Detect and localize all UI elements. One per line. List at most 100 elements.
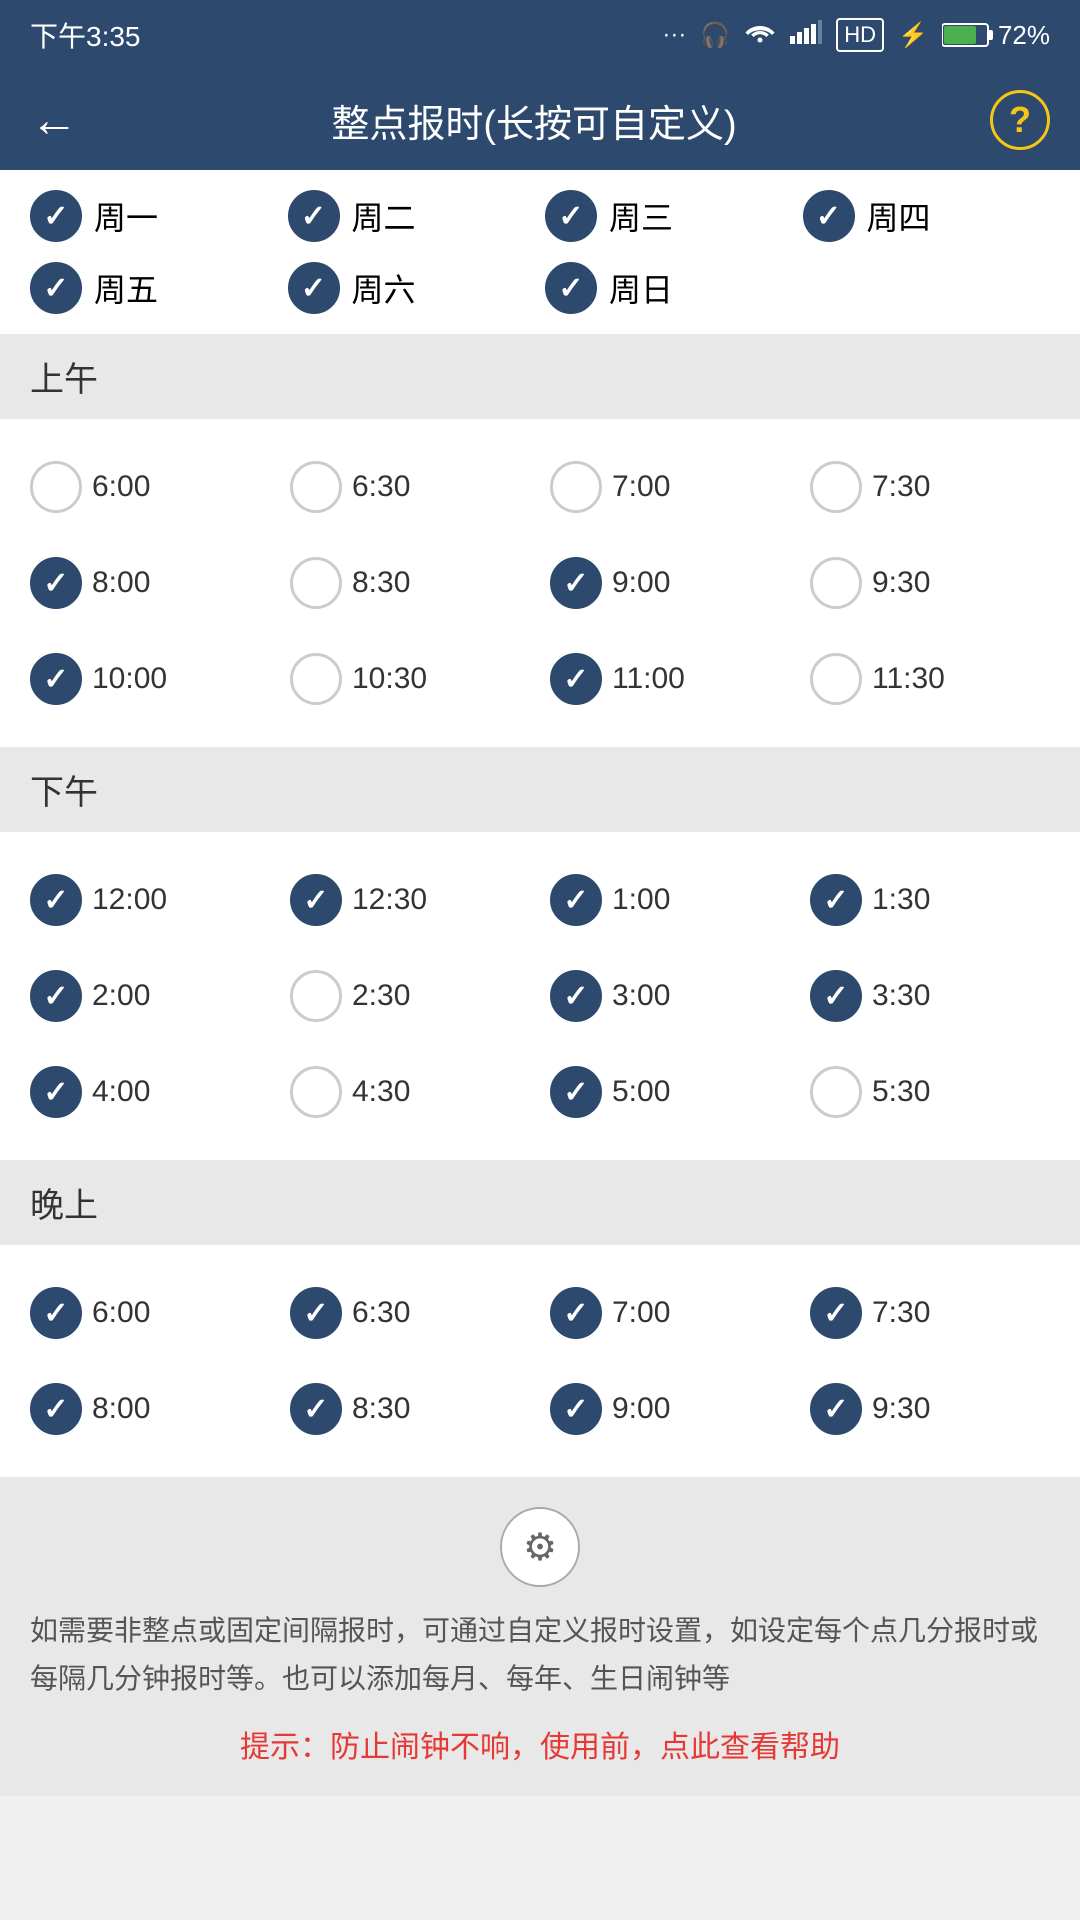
- time-checkbox[interactable]: [550, 970, 602, 1022]
- time-checkbox[interactable]: [810, 970, 862, 1022]
- time-item[interactable]: 10:30: [280, 631, 540, 727]
- time-item[interactable]: 1:30: [800, 852, 1060, 948]
- time-checkbox[interactable]: [550, 1383, 602, 1435]
- time-checkbox[interactable]: [290, 1287, 342, 1339]
- time-checkbox[interactable]: [810, 1066, 862, 1118]
- time-checkbox[interactable]: [290, 557, 342, 609]
- time-label: 10:00: [92, 662, 167, 696]
- wifi-icon: [744, 20, 776, 51]
- time-checkbox[interactable]: [550, 461, 602, 513]
- time-checkbox[interactable]: [290, 970, 342, 1022]
- day-checkbox[interactable]: [545, 190, 597, 242]
- time-item[interactable]: 7:30: [800, 439, 1060, 535]
- time-checkbox[interactable]: [550, 1287, 602, 1339]
- time-item[interactable]: 1:00: [540, 852, 800, 948]
- time-item[interactable]: 9:00: [540, 1361, 800, 1457]
- time-label: 10:30: [352, 662, 427, 696]
- time-item[interactable]: 3:30: [800, 948, 1060, 1044]
- day-item[interactable]: 周四: [803, 190, 1051, 242]
- time-item[interactable]: 7:00: [540, 439, 800, 535]
- time-item[interactable]: 7:00: [540, 1265, 800, 1361]
- time-item[interactable]: 8:30: [280, 1361, 540, 1457]
- time-checkbox[interactable]: [30, 874, 82, 926]
- time-checkbox[interactable]: [30, 1066, 82, 1118]
- time-item[interactable]: 12:00: [20, 852, 280, 948]
- app-header: ← 整点报时(长按可自定义) ?: [0, 70, 1080, 170]
- time-item[interactable]: 11:30: [800, 631, 1060, 727]
- time-item[interactable]: 6:00: [20, 439, 280, 535]
- time-label: 1:30: [872, 883, 930, 917]
- time-checkbox[interactable]: [550, 874, 602, 926]
- time-item[interactable]: 8:30: [280, 535, 540, 631]
- time-item[interactable]: 9:00: [540, 535, 800, 631]
- time-item[interactable]: 3:00: [540, 948, 800, 1044]
- day-checkbox[interactable]: [545, 262, 597, 314]
- time-checkbox[interactable]: [30, 461, 82, 513]
- section-header-0: 上午: [0, 334, 1080, 419]
- settings-button[interactable]: ⚙: [500, 1507, 580, 1587]
- time-label: 6:30: [352, 1296, 410, 1330]
- day-checkbox[interactable]: [803, 190, 855, 242]
- time-item[interactable]: 8:00: [20, 1361, 280, 1457]
- day-item[interactable]: 周二: [288, 190, 536, 242]
- time-label: 4:00: [92, 1075, 150, 1109]
- time-checkbox[interactable]: [810, 557, 862, 609]
- day-label: 周四: [867, 193, 931, 239]
- day-label: 周五: [94, 265, 158, 311]
- signal-dots-icon: ···: [662, 21, 686, 49]
- time-checkbox[interactable]: [290, 874, 342, 926]
- time-label: 5:00: [612, 1075, 670, 1109]
- time-checkbox[interactable]: [810, 461, 862, 513]
- time-checkbox[interactable]: [30, 1383, 82, 1435]
- day-item[interactable]: 周五: [30, 262, 278, 314]
- time-label: 5:30: [872, 1075, 930, 1109]
- time-checkbox[interactable]: [810, 874, 862, 926]
- time-item[interactable]: 4:00: [20, 1044, 280, 1140]
- status-icons: ··· 🎧 HD ⚡ 72%: [662, 18, 1050, 52]
- day-item[interactable]: 周三: [545, 190, 793, 242]
- day-checkbox[interactable]: [30, 190, 82, 242]
- time-item[interactable]: 10:00: [20, 631, 280, 727]
- time-label: 7:30: [872, 1296, 930, 1330]
- time-item[interactable]: 9:30: [800, 535, 1060, 631]
- time-item[interactable]: 2:00: [20, 948, 280, 1044]
- time-item[interactable]: 5:00: [540, 1044, 800, 1140]
- time-item[interactable]: 4:30: [280, 1044, 540, 1140]
- time-checkbox[interactable]: [30, 557, 82, 609]
- time-item[interactable]: 6:30: [280, 439, 540, 535]
- bottom-hint[interactable]: 提示：防止闹钟不响，使用前，点此查看帮助: [240, 1722, 840, 1766]
- time-checkbox[interactable]: [810, 1287, 862, 1339]
- time-checkbox[interactable]: [30, 970, 82, 1022]
- day-label: 周三: [609, 193, 673, 239]
- time-item[interactable]: 11:00: [540, 631, 800, 727]
- time-item[interactable]: 8:00: [20, 535, 280, 631]
- time-item[interactable]: 9:30: [800, 1361, 1060, 1457]
- time-checkbox[interactable]: [290, 1383, 342, 1435]
- time-checkbox[interactable]: [290, 1066, 342, 1118]
- time-label: 8:00: [92, 566, 150, 600]
- time-item[interactable]: 2:30: [280, 948, 540, 1044]
- day-item[interactable]: 周日: [545, 262, 793, 314]
- time-checkbox[interactable]: [810, 653, 862, 705]
- time-checkbox[interactable]: [290, 653, 342, 705]
- time-item[interactable]: 6:30: [280, 1265, 540, 1361]
- day-checkbox[interactable]: [288, 262, 340, 314]
- time-item[interactable]: 7:30: [800, 1265, 1060, 1361]
- help-button[interactable]: ?: [990, 90, 1050, 150]
- day-item[interactable]: 周一: [30, 190, 278, 242]
- time-checkbox[interactable]: [550, 557, 602, 609]
- time-item[interactable]: 5:30: [800, 1044, 1060, 1140]
- day-checkbox[interactable]: [288, 190, 340, 242]
- time-item[interactable]: 6:00: [20, 1265, 280, 1361]
- time-checkbox[interactable]: [30, 1287, 82, 1339]
- time-checkbox[interactable]: [550, 1066, 602, 1118]
- time-checkbox[interactable]: [290, 461, 342, 513]
- day-item[interactable]: 周六: [288, 262, 536, 314]
- day-checkbox[interactable]: [30, 262, 82, 314]
- time-checkbox[interactable]: [550, 653, 602, 705]
- time-checkbox[interactable]: [30, 653, 82, 705]
- time-label: 12:00: [92, 883, 167, 917]
- time-item[interactable]: 12:30: [280, 852, 540, 948]
- back-button[interactable]: ←: [30, 93, 78, 148]
- time-checkbox[interactable]: [810, 1383, 862, 1435]
